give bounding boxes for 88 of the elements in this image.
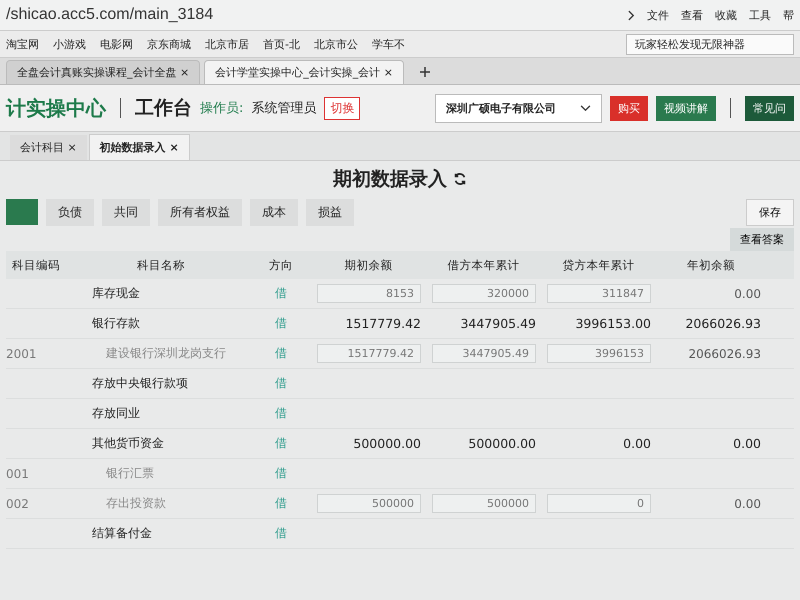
amount-input[interactable]: 320000 xyxy=(432,284,536,303)
operator-label: 操作员: xyxy=(200,100,244,117)
video-button[interactable]: 视频讲解 xyxy=(656,96,716,120)
company-select[interactable]: 深圳广硕电子有限公司 xyxy=(435,94,602,122)
bookmark-item[interactable]: 电影网 xyxy=(100,36,133,52)
account-name: 其他货币资金 xyxy=(92,436,164,450)
bookmark-item[interactable]: 淘宝网 xyxy=(6,36,39,52)
category-tab[interactable]: 负债 xyxy=(46,198,94,226)
table-cell: 0.00 xyxy=(734,286,761,300)
account-name: 银行汇票 xyxy=(106,466,154,480)
bookmark-item[interactable]: 北京市公 xyxy=(314,36,358,52)
table-cell: 2001 xyxy=(6,346,37,360)
bookmark-item[interactable]: 首页-北 xyxy=(263,36,300,52)
column-header: 期初余额 xyxy=(344,258,394,272)
bookmark-item[interactable]: 京东商城 xyxy=(147,36,191,52)
buy-button[interactable]: 购买 xyxy=(610,96,648,120)
workspace-title: 工作台 xyxy=(135,96,192,121)
table-cell: 002 xyxy=(6,496,29,510)
table-cell: 0.00 xyxy=(734,496,761,510)
table-cell: 500000.00 xyxy=(353,436,421,451)
column-header: 科目名称 xyxy=(136,258,186,272)
refresh-icon[interactable] xyxy=(453,172,467,186)
category-tab[interactable]: 共同 xyxy=(102,198,150,226)
direction-cell: 借 xyxy=(275,436,287,450)
account-name: 结算备付金 xyxy=(92,526,152,540)
direction-cell: 借 xyxy=(275,526,287,540)
category-tab[interactable]: 所有者权益 xyxy=(158,198,242,226)
menu-item[interactable]: 帮 xyxy=(783,8,794,22)
category-tab[interactable]: 成本 xyxy=(250,198,298,226)
menu-item[interactable]: 工具 xyxy=(749,8,771,22)
operator-name: 系统管理员 xyxy=(251,100,316,117)
menu-item[interactable]: 文件 xyxy=(647,8,669,22)
company-name: 深圳广硕电子有限公司 xyxy=(446,100,556,116)
page-tab[interactable]: 会计科目 × xyxy=(10,135,87,160)
table-cell: 2066026.93 xyxy=(688,346,761,360)
direction-cell: 借 xyxy=(275,286,287,300)
view-answer-button[interactable]: 查看答案 xyxy=(730,228,794,250)
bookmark-item[interactable]: 北京市居 xyxy=(205,36,249,52)
account-name: 库存现金 xyxy=(92,286,140,300)
column-header: 贷方本年累计 xyxy=(562,258,636,272)
table-cell: 1517779.42 xyxy=(345,316,421,331)
chevron-icon[interactable] xyxy=(628,10,635,20)
direction-cell: 借 xyxy=(275,316,287,330)
direction-cell: 借 xyxy=(275,466,287,480)
account-name: 银行存款 xyxy=(92,316,140,330)
bookmark-item[interactable]: 小游戏 xyxy=(53,36,86,52)
column-header: 科目编码 xyxy=(11,258,61,272)
amount-input[interactable]: 0 xyxy=(547,494,651,513)
account-name: 存放同业 xyxy=(92,406,140,420)
table-cell: 001 xyxy=(6,466,29,480)
category-tab[interactable]: 损益 xyxy=(306,198,354,226)
account-name: 建设银行深圳龙岗支行 xyxy=(106,346,226,360)
amount-input[interactable]: 1517779.42 xyxy=(317,344,421,363)
column-header: 借方本年累计 xyxy=(446,258,520,272)
faq-button[interactable]: 常见问 xyxy=(745,96,794,120)
table-cell: 3447905.49 xyxy=(460,316,536,331)
menu-item[interactable]: 收藏 xyxy=(715,8,737,22)
direction-cell: 借 xyxy=(275,346,287,360)
table-cell: 500000.00 xyxy=(468,436,536,451)
address-field[interactable]: /shicao.acc5.com/main_3184 xyxy=(6,6,214,24)
account-name: 存出投资款 xyxy=(106,496,166,510)
bookmark-item[interactable]: 学车不 xyxy=(372,36,405,52)
page-title: 期初数据录入 xyxy=(333,167,447,192)
caret-icon[interactable] xyxy=(580,104,591,112)
amount-input[interactable]: 311847 xyxy=(547,284,651,303)
amount-input[interactable]: 3447905.49 xyxy=(432,344,536,363)
browser-tab[interactable]: 全盘会计真账实操课程_会计全盘 × xyxy=(6,60,200,84)
table-cell: 0.00 xyxy=(733,436,761,451)
app-logo-text: 计实操中心 xyxy=(6,94,106,122)
search-field[interactable]: 玩家轻松发现无限神器 xyxy=(626,34,794,54)
menu-item[interactable]: 查看 xyxy=(681,8,703,22)
switch-button[interactable]: 切换 xyxy=(324,96,360,120)
save-button[interactable]: 保存 xyxy=(746,198,794,226)
browser-tab[interactable]: 会计学堂实操中心_会计实操_会计 × xyxy=(204,60,404,84)
amount-input[interactable]: 3996153 xyxy=(547,344,651,363)
table-cell: 2066026.93 xyxy=(685,316,761,331)
amount-input[interactable]: 8153 xyxy=(317,284,421,303)
account-name: 存放中央银行款项 xyxy=(92,376,188,390)
table-cell: 3996153.00 xyxy=(575,316,651,331)
table-cell: 0.00 xyxy=(623,436,651,451)
amount-input[interactable]: 500000 xyxy=(317,494,421,513)
column-header: 方向 xyxy=(268,258,294,272)
direction-cell: 借 xyxy=(275,406,287,420)
amount-input[interactable]: 500000 xyxy=(432,494,536,513)
direction-cell: 借 xyxy=(275,496,287,510)
page-tab[interactable]: 初始数据录入 × xyxy=(88,134,190,160)
direction-cell: 借 xyxy=(275,376,287,390)
column-header: 年初余额 xyxy=(686,258,736,272)
